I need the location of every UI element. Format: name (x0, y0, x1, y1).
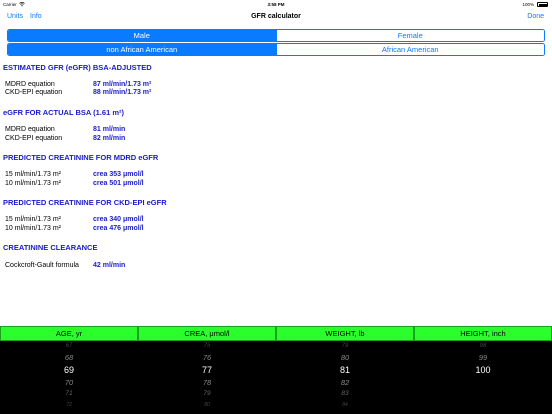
result-value: crea 340 μmol/l (93, 216, 144, 223)
weight-picker-wheel[interactable]: 79 80 81 82 83 84 (276, 341, 414, 414)
picker-header-crea: CREA, μmol/l (138, 326, 276, 341)
gender-segmented-control: Male Female (7, 29, 545, 42)
battery-icon (537, 2, 548, 7)
age-picker-wheel[interactable]: 67 68 69 70 71 72 (0, 341, 138, 414)
picker-value: 83 (341, 390, 349, 397)
crea-picker-wheel[interactable]: 75 76 77 78 79 80 (138, 341, 276, 414)
picker-value: 84 (342, 402, 348, 408)
result-value: 87 ml/min/1.73 m² (93, 81, 152, 88)
picker-value: 70 (64, 378, 74, 387)
result-label: CKD-EPI equation (5, 135, 63, 142)
status-time: 3:58 PM (267, 2, 285, 7)
picker-value: 75 (203, 343, 211, 349)
result-label: Cockcroft-Gault formula (5, 262, 79, 269)
section-title: CREATININE CLEARANCE (3, 243, 98, 252)
result-value: crea 353 μmol/l (93, 171, 144, 178)
result-label: 15 ml/min/1.73 m² (5, 171, 62, 178)
picker-selected-value: 77 (201, 365, 212, 375)
result-value: 82 ml/min (93, 135, 126, 142)
race-option-non-african-american[interactable]: non African American (8, 44, 276, 55)
result-label: 10 ml/min/1.73 m² (5, 225, 62, 232)
height-picker-wheel[interactable]: 98 99 100 (414, 341, 552, 414)
picker-header-age: AGE, yr (0, 326, 138, 341)
picker-value: 79 (203, 390, 211, 397)
section-title: eGFR FOR ACTUAL BSA (1.61 m²) (3, 108, 124, 117)
result-label: MDRD equation (5, 126, 55, 133)
result-label: 15 ml/min/1.73 m² (5, 216, 62, 223)
navigation-bar: Units Info GFR calculator Done (0, 9, 552, 27)
picker-value: 99 (478, 353, 488, 362)
picker-value: 80 (204, 402, 210, 408)
result-value: 81 ml/min (93, 126, 126, 133)
result-label: MDRD equation (5, 81, 55, 88)
picker-header-bar: AGE, yr CREA, μmol/l WEIGHT, lb HEIGHT, … (0, 326, 552, 341)
value-picker: 67 68 69 70 71 72 75 76 77 78 79 80 79 8… (0, 341, 552, 414)
picker-value: 67 (65, 343, 73, 349)
result-value: crea 476 μmol/l (93, 225, 144, 232)
done-button[interactable]: Done (527, 13, 544, 20)
race-option-african-american[interactable]: African American (275, 44, 544, 55)
picker-header-height: HEIGHT, inch (414, 326, 552, 341)
picker-header-weight: WEIGHT, lb (276, 326, 414, 341)
picker-value: 72 (66, 402, 72, 408)
section-title: PREDICTED CREATININE FOR CKD-EPI eGFR (3, 198, 167, 207)
gender-option-female[interactable]: Female (275, 30, 544, 41)
picker-selected-value: 81 (339, 365, 350, 375)
result-label: CKD-EPI equation (5, 89, 63, 96)
picker-value: 98 (479, 343, 487, 349)
result-label: 10 ml/min/1.73 m² (5, 180, 62, 187)
picker-selected-value: 100 (475, 365, 491, 375)
picker-selected-value: 69 (63, 365, 74, 375)
picker-value: 68 (64, 353, 74, 362)
page-title: GFR calculator (251, 13, 301, 20)
result-value: crea 501 μmol/l (93, 180, 144, 187)
section-title: PREDICTED CREATININE FOR MDRD eGFR (3, 153, 159, 162)
picker-value: 76 (202, 353, 212, 362)
picker-value: 79 (341, 343, 349, 349)
result-value: 42 ml/min (93, 262, 126, 269)
picker-value: 71 (65, 390, 73, 397)
gender-option-male[interactable]: Male (8, 30, 276, 41)
result-value: 88 ml/min/1.73 m² (93, 89, 152, 96)
battery-percent: 100% (522, 2, 534, 7)
section-title: ESTIMATED GFR (eGFR) BSA-ADJUSTED (3, 63, 152, 72)
picker-value: 80 (340, 353, 350, 362)
picker-value: 82 (340, 378, 350, 387)
picker-value: 78 (202, 378, 212, 387)
status-bar: Carrier 3:58 PM 100% (0, 0, 552, 9)
race-segmented-control: non African American African American (7, 43, 545, 56)
